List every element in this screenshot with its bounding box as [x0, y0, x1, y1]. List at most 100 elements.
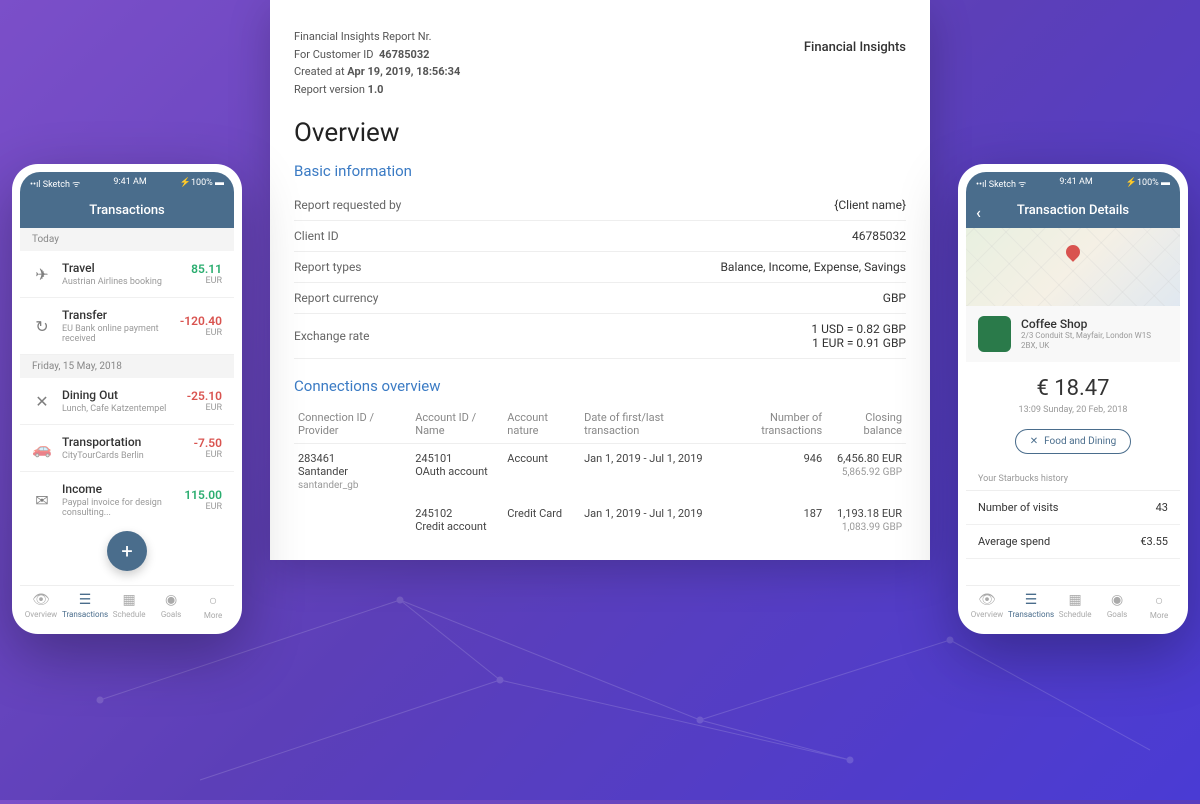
tx-currency: EUR: [187, 403, 222, 413]
nav-overview[interactable]: 👁Overview: [966, 586, 1008, 626]
history-header: Your Starbucks history: [966, 468, 1180, 491]
transaction-row[interactable]: ✕ Dining OutLunch, Cafe Katzentempel -25…: [20, 378, 234, 425]
nav-transactions[interactable]: ☰Transactions: [62, 586, 108, 626]
tx-amount: -120.40: [180, 314, 222, 328]
merchant-map[interactable]: [966, 228, 1180, 306]
transactions-list[interactable]: Today✈ TravelAustrian Airlines booking 8…: [20, 228, 234, 517]
battery-label: ⚡100% ▬: [1126, 177, 1170, 190]
tx-currency: EUR: [184, 502, 222, 512]
status-time: 9:41 AM: [113, 177, 146, 190]
tx-currency: EUR: [194, 450, 222, 460]
transaction-row[interactable]: ✈ TravelAustrian Airlines booking 85.11E…: [20, 251, 234, 298]
report-document: Financial Insights Report Nr. For Custom…: [270, 0, 930, 560]
nav-schedule[interactable]: ▦Schedule: [1054, 586, 1096, 626]
nav-label: Schedule: [113, 610, 146, 619]
battery-label: ⚡100% ▬: [180, 177, 224, 190]
goals-icon: ◉: [1096, 592, 1138, 608]
merchant-card[interactable]: Coffee Shop 2/3 Conduit St, Mayfair, Lon…: [966, 306, 1180, 362]
tx-subtitle: Austrian Airlines booking: [62, 277, 191, 287]
nav-label: Transactions: [1008, 610, 1054, 619]
status-time: 9:41 AM: [1059, 177, 1092, 190]
history-label: Average spend: [978, 535, 1050, 548]
section-basic-info: Basic information: [294, 162, 906, 180]
info-label: Report requested by: [294, 190, 518, 221]
brand-label: Financial Insights: [804, 40, 906, 55]
overview-icon: 👁: [20, 592, 62, 608]
goals-icon: ◉: [150, 592, 192, 608]
tx-amount: -25.10: [187, 389, 222, 403]
tx-amount: -7.50: [194, 436, 222, 450]
nav-overview[interactable]: 👁 Overview: [20, 586, 62, 626]
phone-transactions: ••ıl Sketch ᯤ 9:41 AM ⚡100% ▬ Transactio…: [12, 164, 242, 634]
nav-label: Goals: [1107, 610, 1127, 619]
map-pin-icon: [1063, 242, 1083, 262]
nav-label: More: [204, 611, 222, 620]
info-value: GBP: [518, 283, 906, 314]
table-header: Closing balance: [826, 405, 906, 444]
screen-title: ‹ Transaction Details: [966, 195, 1180, 228]
status-bar: ••ıl Sketch ᯤ 9:41 AM ⚡100% ▬: [966, 172, 1180, 195]
info-row: Report requested by{Client name}: [294, 190, 906, 221]
nav-label: Goals: [161, 610, 181, 619]
nav-goals[interactable]: ◉ Goals: [150, 586, 192, 626]
merchant-address: 2/3 Conduit St, Mayfair, London W1S 2BX,…: [1021, 331, 1168, 352]
tx-subtitle: EU Bank online payment received: [62, 324, 180, 344]
info-label: Report currency: [294, 283, 518, 314]
tx-currency: EUR: [191, 276, 222, 286]
merchant-logo-icon: [978, 316, 1011, 352]
carrier-label: ••ıl Sketch ᯤ: [976, 177, 1026, 190]
history-value: €3.55: [1140, 535, 1168, 548]
category-chip[interactable]: ✕ Food and Dining: [1015, 429, 1132, 454]
category-label: Food and Dining: [1044, 436, 1116, 447]
tx-title: Transportation: [62, 435, 194, 449]
info-label: Exchange rate: [294, 314, 518, 359]
basic-info-table: Report requested by{Client name}Client I…: [294, 190, 906, 359]
tx-title: Travel: [62, 261, 191, 275]
phone-transaction-details: ••ıl Sketch ᯤ 9:41 AM ⚡100% ▬ ‹ Transact…: [958, 164, 1188, 634]
nav-goals[interactable]: ◉ Goals: [1096, 586, 1138, 626]
nav-more[interactable]: ○More: [192, 586, 234, 626]
status-bar: ••ıl Sketch ᯤ 9:41 AM ⚡100% ▬: [20, 172, 234, 195]
info-value: {Client name}: [518, 190, 906, 221]
nav-label: More: [1150, 611, 1168, 620]
nav-schedule[interactable]: ▦ Schedule: [108, 586, 150, 626]
merchant-name: Coffee Shop: [1021, 317, 1168, 331]
info-value: 46785032: [518, 221, 906, 252]
category-icon: ✕: [32, 391, 52, 411]
report-meta: Financial Insights Report Nr. For Custom…: [294, 28, 906, 98]
tx-currency: EUR: [180, 328, 222, 338]
transaction-row[interactable]: ↻ TransferEU Bank online payment receive…: [20, 298, 234, 355]
tx-subtitle: Paypal invoice for design consulting...: [62, 498, 184, 517]
table-header: Connection ID / Provider: [294, 405, 411, 444]
category-icon: ✉: [32, 490, 52, 510]
category-icon: ✈: [32, 264, 52, 284]
bottom-nav: 👁 Overview ☰Transactions▦ Schedule ◉ Goals ○Mo…: [20, 585, 234, 626]
connections-table: Connection ID / ProviderAccount ID / Nam…: [294, 405, 906, 541]
add-transaction-button[interactable]: +: [107, 531, 147, 571]
history-row: Number of visits43: [966, 491, 1180, 525]
info-label: Client ID: [294, 221, 518, 252]
nav-transactions[interactable]: ☰ Transactions: [1008, 586, 1054, 626]
date-section-header: Friday, 15 May, 2018: [20, 355, 234, 378]
nav-label: Overview: [25, 610, 57, 619]
overview-icon: 👁: [966, 592, 1008, 608]
back-button[interactable]: ‹: [976, 203, 981, 222]
transactions-icon: ☰: [1008, 592, 1054, 608]
transaction-row[interactable]: ✉ IncomePaypal invoice for design consul…: [20, 472, 234, 517]
table-header: Account ID / Name: [411, 405, 503, 444]
version-line: Report version 1.0: [294, 81, 906, 99]
table-header: Account nature: [503, 405, 580, 444]
tx-title: Dining Out: [62, 388, 187, 402]
nav-more[interactable]: ○ More: [1138, 586, 1180, 626]
info-value: 1 USD = 0.82 GBP 1 EUR = 0.91 GBP: [518, 314, 906, 359]
schedule-icon: ▦: [108, 592, 150, 608]
more-icon: ○: [1138, 592, 1180, 609]
transaction-row[interactable]: 🚗 TransportationCityTourCards Berlin -7.…: [20, 425, 234, 472]
table-header: Date of first/last transaction: [580, 405, 712, 444]
tx-amount: 115.00: [184, 488, 222, 502]
transaction-date: 13:09 Sunday, 20 Feb, 2018: [966, 405, 1180, 415]
transaction-amount: € 18.47: [966, 376, 1180, 401]
report-title: Overview: [294, 118, 906, 148]
created-at-line: Created at Apr 19, 2019, 18:56:34: [294, 63, 906, 81]
carrier-label: ••ıl Sketch ᯤ: [30, 177, 80, 190]
